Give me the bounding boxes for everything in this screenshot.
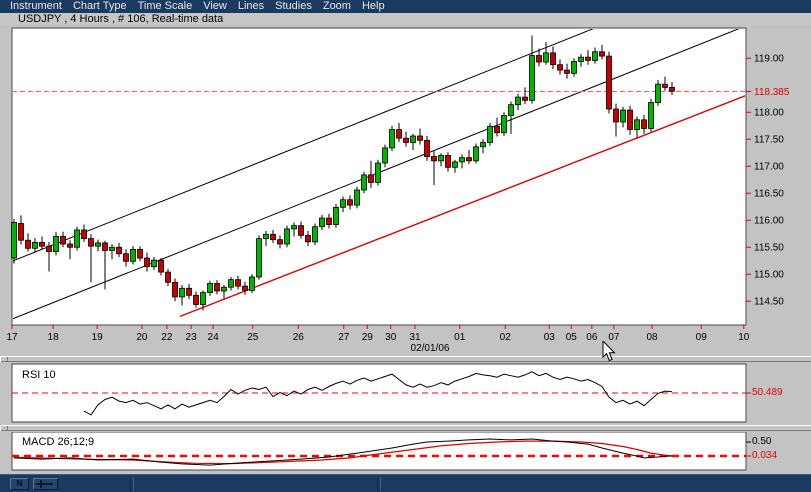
date-tick-label: 05 [566,332,578,343]
menu-item-view[interactable]: View [203,0,227,13]
date-tick-label: 06 [586,332,598,343]
date-tick-label: 24 [208,332,220,343]
date-tick-label: 27 [338,332,350,343]
rsi-panel-title: RSI 10 [22,369,56,381]
candlestick [389,125,395,152]
mouse-cursor [602,341,616,362]
chart-title-bar: USDJPY , 4 Hours , # 106, Real-time data [0,13,811,25]
date-tick-label: 30 [385,332,397,343]
price-tick-label: 117.00 [754,162,784,173]
macd-upper-value: 0.50 [752,436,772,447]
candlestick [487,123,493,146]
date-tick-label: 20 [136,332,148,343]
candlestick [74,226,80,251]
date-tick-label: 17 [6,332,18,343]
candlestick [354,186,360,209]
candlestick [606,51,612,114]
candlestick [11,219,17,264]
candlestick [648,98,654,132]
candlestick [361,171,367,194]
rsi-indicator-panel[interactable] [0,363,811,425]
date-tick-label: 22 [161,332,173,343]
price-tick-label: 118.00 [754,108,784,119]
menu-item-help[interactable]: Help [362,0,385,13]
current-price-label: 118.385 [754,87,790,98]
date-tick-label: 19 [92,332,104,343]
date-tick-label: 23 [186,332,198,343]
price-tick-label: 116.00 [754,216,784,227]
status-bar: N [0,474,811,492]
line-tool-icon [36,480,53,488]
macd-plot-area[interactable] [11,432,747,471]
macd-indicator-panel[interactable] [0,432,811,474]
menu-item-instrument[interactable]: Instrument [10,0,62,13]
status-bar-divider [377,477,381,491]
menu-item-chart-type[interactable]: Chart Type [73,0,127,13]
horizontal-splitter[interactable] [8,356,811,362]
menu-item-zoom[interactable]: Zoom [323,0,351,13]
main-price-chart[interactable]: 119.00 118.00 117.50 117.00 116.50 116.00 115.… [0,25,811,356]
candlestick [473,143,479,164]
date-tick-label: 03 [544,332,556,343]
splitter-handle[interactable] [0,356,8,362]
price-tick-label: 116.50 [754,189,784,200]
price-tick-label: 114.50 [754,297,784,308]
price-tick-label: 115.50 [754,243,784,254]
status-bar-divider [130,477,134,491]
candlestick [501,112,507,136]
splitter-handle[interactable] [0,425,8,431]
rsi-current-value: 50.489 [752,387,783,398]
date-tick-label: 25 [247,332,259,343]
macd-panel-title: MACD 26;12;9 [22,436,95,448]
period-date-label: 02/01/06 [410,343,450,354]
candlestick [333,204,339,228]
date-tick-label: 29 [362,332,374,343]
date-tick-label: 10 [738,332,750,343]
date-tick-label: 08 [646,332,658,343]
date-tick-label: 26 [293,332,305,343]
menu-bar: Instrument Chart Type Time Scale View Lines S… [0,0,811,13]
price-tick-label: 119.00 [754,54,784,65]
candlestick [312,223,318,246]
charting-app: { "menu": { "items": ["Instrument", "Cha… [0,0,811,492]
date-tick-label: 02 [500,332,512,343]
price-tick-label: 117.50 [754,135,784,146]
horizontal-splitter[interactable] [8,425,811,431]
date-tick-label: 09 [696,332,708,343]
menu-item-time-scale[interactable]: Time Scale [138,0,193,13]
candlestick [375,159,381,186]
candlestick [284,225,290,248]
menu-item-studies[interactable]: Studies [275,0,312,13]
date-tick-label: 01 [454,332,466,343]
date-tick-label: 18 [48,332,60,343]
pointer-tool-button[interactable]: N [10,478,29,490]
chart-title: USDJPY , 4 Hours , # 106, Real-time data [18,13,224,25]
candlestick [256,235,262,280]
date-tick-label: 31 [409,332,421,343]
menu-item-lines[interactable]: Lines [238,0,264,13]
candlestick [249,274,255,294]
price-tick-label: 115.00 [754,270,784,281]
line-tool-button[interactable] [33,478,58,490]
macd-current-value: 0.034 [752,450,778,461]
